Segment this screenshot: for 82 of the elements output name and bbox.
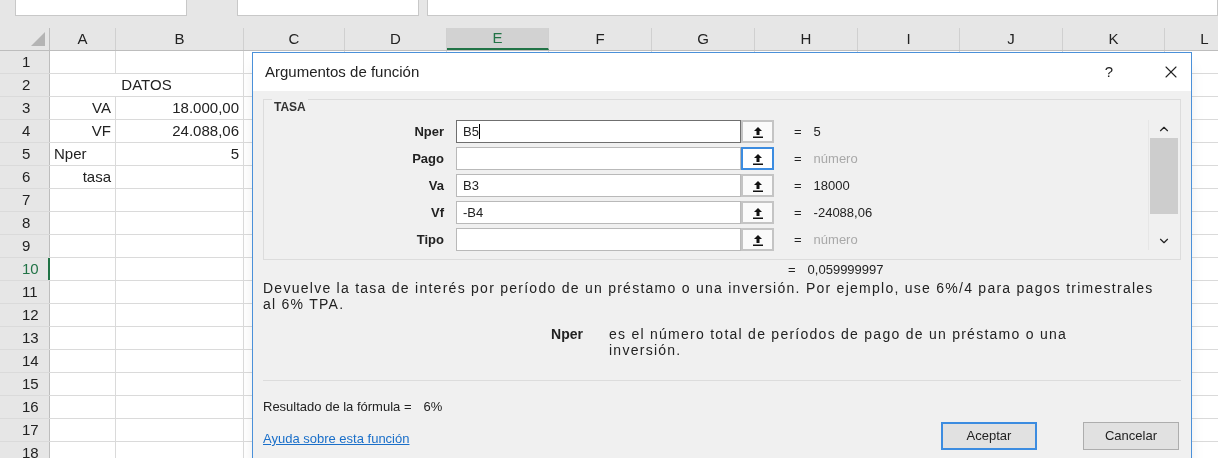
collapse-arrow-icon xyxy=(751,152,764,165)
row-header[interactable]: 16 xyxy=(0,396,50,418)
row-header[interactable]: 13 xyxy=(0,327,50,349)
function-description: Devuelve la tasa de interés por período de un préstamo o una inversión. Por ejemplo, use 6%/4 para pagos trimestrales al 6% TPA. xyxy=(263,280,1155,312)
row-header[interactable]: 12 xyxy=(0,304,50,326)
reference-button[interactable] xyxy=(741,147,774,170)
merged-cell: DATOS xyxy=(50,74,244,96)
column-header[interactable]: K xyxy=(1063,28,1165,50)
row-header[interactable]: 18 xyxy=(0,442,50,458)
equals-sign: = xyxy=(794,203,802,222)
equals-sign: = xyxy=(794,176,802,195)
collapse-arrow-icon xyxy=(751,179,764,192)
column-header[interactable]: B xyxy=(116,28,244,50)
argument-result: 5 xyxy=(813,122,821,141)
equals-sign: = xyxy=(794,230,802,249)
row-header[interactable]: 6 xyxy=(0,166,50,188)
argument-field[interactable] xyxy=(456,147,741,170)
row-header[interactable]: 9 xyxy=(0,235,50,257)
reference-button[interactable] xyxy=(741,228,774,251)
argument-label: Nper xyxy=(413,122,444,141)
row-header[interactable]: 5 xyxy=(0,143,50,165)
argument-label: Pago xyxy=(411,149,444,168)
argument-field[interactable]: B5 xyxy=(456,120,741,143)
help-button[interactable]: ? xyxy=(1104,60,1113,84)
formula-result-label: Resultado de la fórmula = xyxy=(263,398,412,416)
equals-sign: = xyxy=(794,122,802,141)
column-header[interactable]: L xyxy=(1165,28,1218,50)
argument-result: número xyxy=(813,230,858,249)
column-header[interactable]: E xyxy=(447,28,549,50)
column-header[interactable]: F xyxy=(549,28,652,50)
parameter-name: Nper xyxy=(550,326,583,344)
dialog-button[interactable]: Aceptar xyxy=(941,422,1037,450)
formula-result: 6% xyxy=(423,398,443,416)
cell-text: Nper xyxy=(54,143,87,164)
collapse-arrow-icon xyxy=(751,206,764,219)
column-header[interactable]: G xyxy=(652,28,755,50)
function-result: 0,059999997 xyxy=(807,261,884,280)
equals-sign: = xyxy=(788,261,796,280)
reference-button[interactable] xyxy=(741,120,774,143)
argument-result: 18000 xyxy=(813,176,850,195)
argument-result: número xyxy=(813,149,858,168)
cell-text: 18.000,00 xyxy=(172,97,239,118)
row-header[interactable]: 8 xyxy=(0,212,50,234)
cell-text: tasa xyxy=(82,166,111,187)
row-header[interactable]: 14 xyxy=(0,350,50,372)
dialog-button[interactable]: Cancelar xyxy=(1083,422,1179,450)
row-header[interactable]: 15 xyxy=(0,373,50,395)
row-header[interactable]: 1 xyxy=(0,51,50,73)
scroll-thumb[interactable] xyxy=(1149,138,1178,214)
dialog-title: Argumentos de función xyxy=(265,61,420,82)
argument-label: Tipo xyxy=(415,230,444,249)
parameter-description: es el número total de períodos de pago de un préstamo o una inversión. xyxy=(609,326,1069,358)
column-header[interactable]: C xyxy=(244,28,345,50)
column-header[interactable]: I xyxy=(858,28,960,50)
argument-field[interactable]: B3 xyxy=(456,174,741,197)
cell-text: 5 xyxy=(230,143,239,164)
row-header[interactable]: 2 xyxy=(0,74,50,96)
cell-text: VA xyxy=(92,97,111,118)
row-header[interactable]: 11 xyxy=(0,281,50,303)
collapse-arrow-icon xyxy=(751,233,764,246)
row-header[interactable]: 17 xyxy=(0,419,50,441)
help-link[interactable]: Ayuda sobre esta función xyxy=(263,429,410,449)
argument-field[interactable]: -B4 xyxy=(456,201,741,224)
reference-button[interactable] xyxy=(741,174,774,197)
equals-sign: = xyxy=(794,149,802,168)
cell-text: VF xyxy=(91,120,111,141)
argument-label: Vf xyxy=(430,203,444,222)
row-header[interactable]: 3 xyxy=(0,97,50,119)
column-header[interactable]: A xyxy=(50,28,116,50)
column-header[interactable]: H xyxy=(755,28,858,50)
column-header[interactable]: J xyxy=(960,28,1063,50)
scrollbar[interactable] xyxy=(1148,120,1178,250)
row-header[interactable]: 10 xyxy=(0,258,50,280)
row-header[interactable]: 7 xyxy=(0,189,50,211)
argument-label: Va xyxy=(427,176,444,195)
collapse-arrow-icon xyxy=(751,125,764,138)
argument-result: -24088,06 xyxy=(813,203,873,222)
reference-button[interactable] xyxy=(741,201,774,224)
row-header[interactable]: 4 xyxy=(0,120,50,142)
cell-text: 24.088,06 xyxy=(172,120,239,141)
formula-field[interactable] xyxy=(427,0,1218,16)
argument-field[interactable] xyxy=(456,228,741,251)
